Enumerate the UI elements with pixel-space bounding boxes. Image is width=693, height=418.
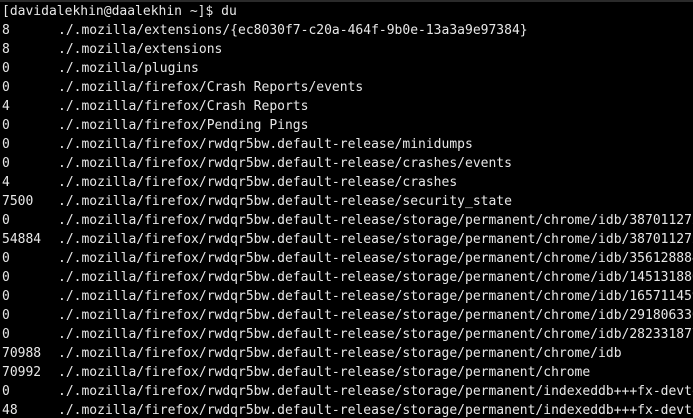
- du-output-row: 4 ./.mozilla/firefox/rwdqr5bw.default-rel…: [2, 173, 693, 192]
- directory-path: ./.mozilla/firefox/Crash Reports: [58, 99, 309, 114]
- disk-usage-size: 70988: [2, 346, 42, 361]
- directory-path: ./.mozilla/firefox/Pending Pings: [58, 118, 309, 133]
- disk-usage-size: 0: [2, 384, 10, 399]
- directory-path: ./.mozilla/firefox/Crash Reports/events: [58, 80, 364, 95]
- disk-usage-size: 0: [2, 270, 10, 285]
- du-output-list: 8 ./.mozilla/extensions/{ec8030f7-c20a-46…: [2, 21, 693, 418]
- du-output-row: 0 ./.mozilla/firefox/rwdqr5bw.default-rel…: [2, 325, 693, 344]
- du-output-row: 4 ./.mozilla/firefox/Crash Reports: [2, 97, 693, 116]
- shell-prompt: [davidalekhin@daalekhin ~]$: [2, 4, 222, 19]
- directory-path: ./.mozilla/firefox/rwdqr5bw.default-rele…: [58, 403, 693, 418]
- du-output-row: 0 ./.mozilla/firefox/Crash Reports/events: [2, 78, 693, 97]
- du-output-row: 0 ./.mozilla/firefox/rwdqr5bw.default-rel…: [2, 287, 693, 306]
- directory-path: ./.mozilla/extensions/{ec8030f7-c20a-464…: [58, 23, 528, 38]
- disk-usage-size: 0: [2, 156, 10, 171]
- du-output-row: 0 ./.mozilla/firefox/rwdqr5bw.default-rel…: [2, 382, 693, 401]
- du-output-row: 0 ./.mozilla/firefox/rwdqr5bw.default-rel…: [2, 211, 693, 230]
- disk-usage-size: 0: [2, 118, 10, 133]
- directory-path: ./.mozilla/extensions: [58, 42, 223, 57]
- du-output-row: 0 ./.mozilla/plugins: [2, 59, 693, 78]
- du-output-row: 0 ./.mozilla/firefox/rwdqr5bw.default-rel…: [2, 135, 693, 154]
- du-output-row: 0 ./.mozilla/firefox/rwdqr5bw.default-rel…: [2, 154, 693, 173]
- directory-path: ./.mozilla/firefox/rwdqr5bw.default-rele…: [58, 327, 693, 342]
- terminal-output: [davidalekhin@daalekhin ~]$ du 8 ./.mozil…: [2, 2, 693, 418]
- du-output-row: 48 ./.mozilla/firefox/rwdqr5bw.default-re…: [2, 401, 693, 418]
- disk-usage-size: 48: [2, 403, 18, 418]
- disk-usage-size: 0: [2, 251, 10, 266]
- du-output-row: 0 ./.mozilla/firefox/Pending Pings: [2, 116, 693, 135]
- du-output-row: 0 ./.mozilla/firefox/rwdqr5bw.default-rel…: [2, 306, 693, 325]
- du-output-row: 8 ./.mozilla/extensions: [2, 40, 693, 59]
- du-output-row: 7500 ./.mozilla/firefox/rwdqr5bw.default-…: [2, 192, 693, 211]
- disk-usage-size: 0: [2, 61, 10, 76]
- prompt-line: [davidalekhin@daalekhin ~]$ du: [2, 2, 693, 21]
- disk-usage-size: 0: [2, 137, 10, 152]
- typed-command: du: [221, 4, 237, 19]
- disk-usage-size: 0: [2, 308, 10, 323]
- directory-path: ./.mozilla/firefox/rwdqr5bw.default-rele…: [58, 156, 512, 171]
- directory-path: ./.mozilla/firefox/rwdqr5bw.default-rele…: [58, 384, 693, 399]
- disk-usage-size: 4: [2, 175, 10, 190]
- directory-path: ./.mozilla/firefox/rwdqr5bw.default-rele…: [58, 251, 693, 266]
- disk-usage-size: 8: [2, 23, 10, 38]
- directory-path: ./.mozilla/firefox/rwdqr5bw.default-rele…: [58, 232, 693, 247]
- directory-path: ./.mozilla/firefox/rwdqr5bw.default-rele…: [58, 175, 458, 190]
- disk-usage-size: 7500: [2, 194, 34, 209]
- du-output-row: 70992 ./.mozilla/firefox/rwdqr5bw.default…: [2, 363, 693, 382]
- directory-path: ./.mozilla/firefox/rwdqr5bw.default-rele…: [58, 213, 693, 228]
- du-output-row: 54884 ./.mozilla/firefox/rwdqr5bw.default…: [2, 230, 693, 249]
- disk-usage-size: 8: [2, 42, 10, 57]
- directory-path: ./.mozilla/firefox/rwdqr5bw.default-rele…: [58, 289, 693, 304]
- du-output-row: 0 ./.mozilla/firefox/rwdqr5bw.default-rel…: [2, 249, 693, 268]
- directory-path: ./.mozilla/firefox/rwdqr5bw.default-rele…: [58, 346, 622, 361]
- disk-usage-size: 0: [2, 289, 10, 304]
- directory-path: ./.mozilla/firefox/rwdqr5bw.default-rele…: [58, 137, 473, 152]
- directory-path: ./.mozilla/firefox/rwdqr5bw.default-rele…: [58, 194, 512, 209]
- terminal-window[interactable]: [davidalekhin@daalekhin ~]$ du 8 ./.mozil…: [0, 0, 693, 418]
- du-output-row: 0 ./.mozilla/firefox/rwdqr5bw.default-rel…: [2, 268, 693, 287]
- disk-usage-size: 0: [2, 80, 10, 95]
- disk-usage-size: 0: [2, 213, 10, 228]
- disk-usage-size: 4: [2, 99, 10, 114]
- disk-usage-size: 70992: [2, 365, 42, 380]
- directory-path: ./.mozilla/firefox/rwdqr5bw.default-rele…: [58, 270, 693, 285]
- du-output-row: 70988 ./.mozilla/firefox/rwdqr5bw.default…: [2, 344, 693, 363]
- directory-path: ./.mozilla/firefox/rwdqr5bw.default-rele…: [58, 308, 693, 323]
- disk-usage-size: 54884: [2, 232, 42, 247]
- disk-usage-size: 0: [2, 327, 10, 342]
- du-output-row: 8 ./.mozilla/extensions/{ec8030f7-c20a-46…: [2, 21, 693, 40]
- directory-path: ./.mozilla/firefox/rwdqr5bw.default-rele…: [58, 365, 591, 380]
- directory-path: ./.mozilla/plugins: [58, 61, 199, 76]
